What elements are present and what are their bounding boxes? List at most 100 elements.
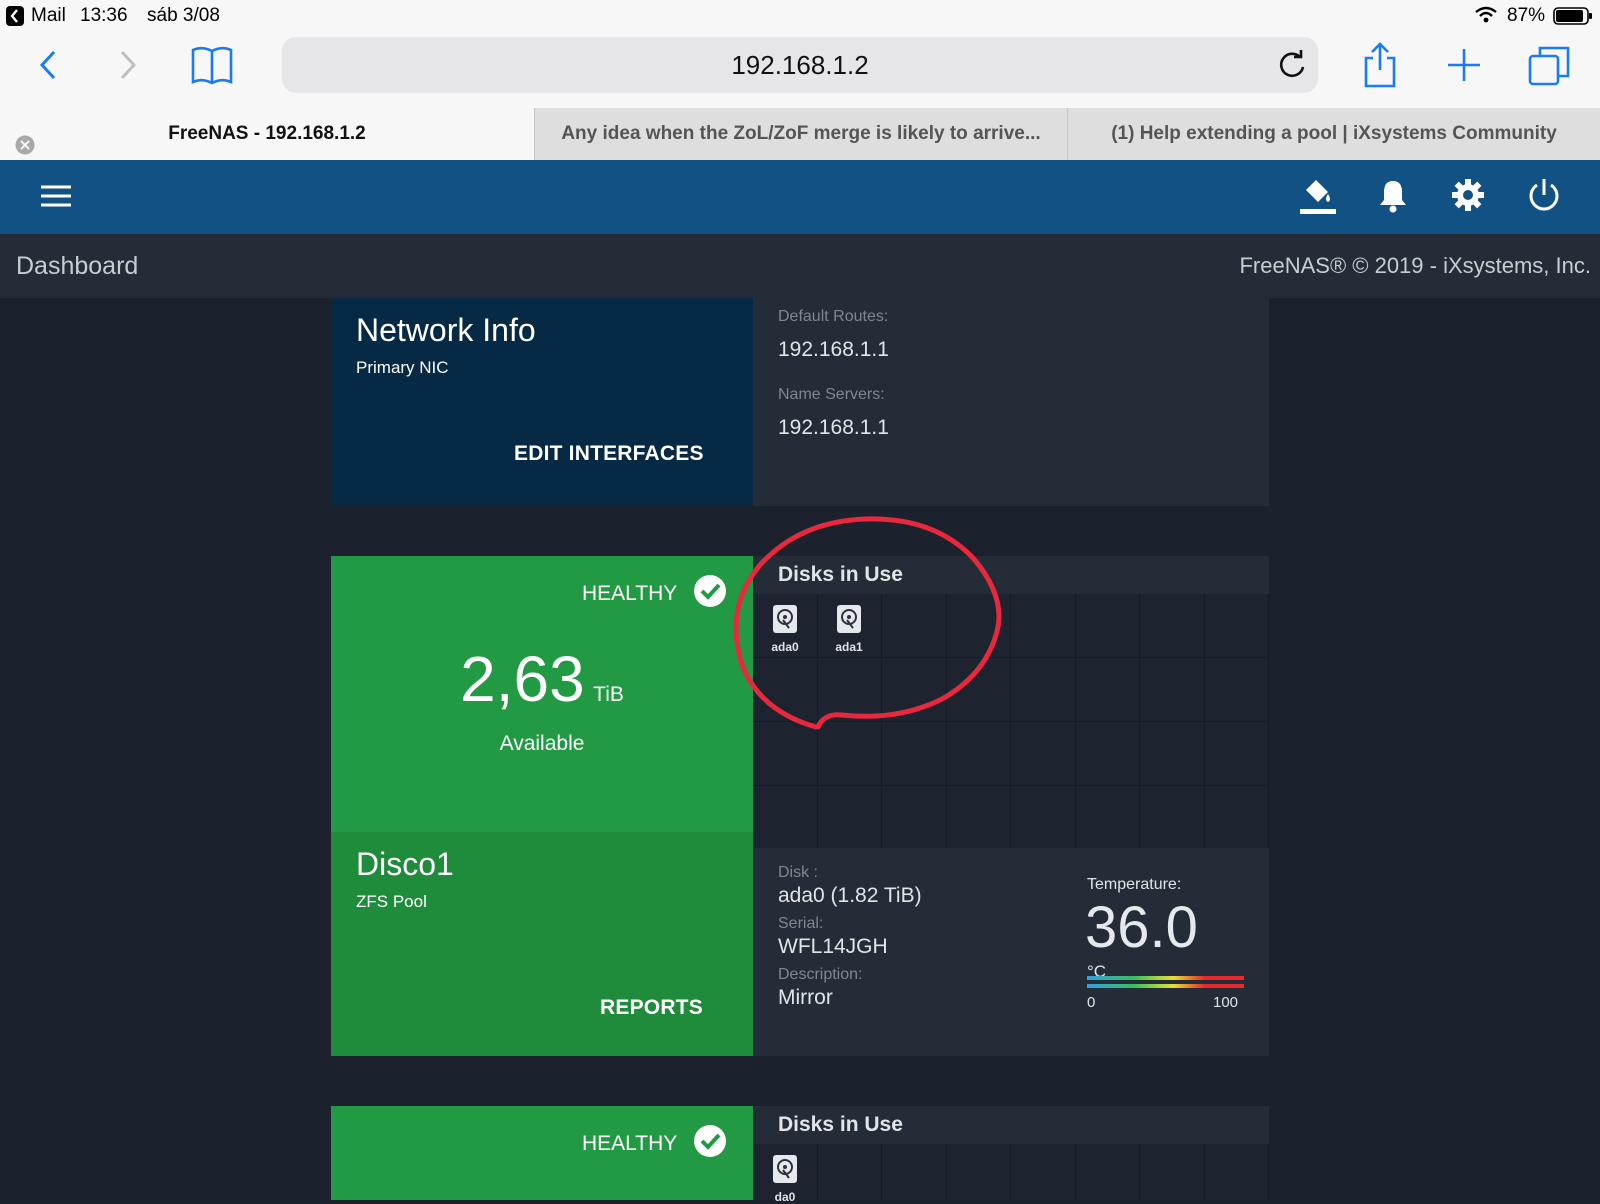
tab-label: Any idea when the ZoL/ZoF merge is likel… <box>561 123 1041 144</box>
tabs-overview-icon[interactable] <box>1528 40 1572 90</box>
pool-card-2: HEALTHY Disks in Use da0 <box>331 1106 1269 1204</box>
menu-icon[interactable] <box>40 184 72 213</box>
tab-label: FreeNAS - 192.168.1.2 <box>168 123 366 144</box>
disk-grid-cell <box>1011 658 1076 722</box>
name-servers-value: 192.168.1.1 <box>778 416 889 439</box>
disk-grid-cell <box>1011 722 1076 786</box>
disk-grid-cell <box>1140 786 1205 850</box>
name-servers-label: Name Servers: <box>778 386 885 403</box>
network-info-card: Network Info Primary NIC EDIT INTERFACES… <box>331 298 1269 506</box>
hard-disk-icon <box>773 1155 797 1183</box>
disk-grid-cell <box>882 786 947 850</box>
disk-grid-cell <box>1011 786 1076 850</box>
reload-icon[interactable] <box>1276 49 1308 86</box>
disk-grid-cell <box>1076 1144 1140 1200</box>
disk-grid-cell <box>817 786 882 850</box>
scale-max: 100 <box>1213 994 1239 1011</box>
edit-interfaces-button[interactable]: EDIT INTERFACES <box>514 442 704 466</box>
disk-grid-cell <box>1075 594 1140 658</box>
pool-status-text: HEALTHY <box>582 1132 678 1155</box>
disk-grid-cell <box>1075 658 1140 722</box>
theme-bucket-icon[interactable] <box>1298 176 1338 221</box>
tab-zol-merge[interactable]: Any idea when the ZoL/ZoF merge is likel… <box>534 108 1067 160</box>
back-to-app-icon[interactable] <box>6 6 24 32</box>
clock: 13:36 <box>80 5 128 26</box>
disk-grid-cell <box>1204 786 1269 850</box>
browser-toolbar: 192.168.1.2 <box>0 32 1600 108</box>
pool-status-text: HEALTHY <box>582 582 678 605</box>
disk-grid-cell <box>1075 722 1140 786</box>
reports-button[interactable]: REPORTS <box>600 996 703 1020</box>
description-label: Description: <box>778 966 863 983</box>
battery-icon <box>1553 7 1593 31</box>
disks-in-use-title: Disks in Use <box>778 1113 903 1136</box>
disk-grid-cell <box>1205 1144 1269 1200</box>
date: sáb 3/08 <box>147 5 220 26</box>
network-info-title: Network Info <box>356 312 536 348</box>
forward-icon[interactable] <box>116 40 140 90</box>
share-icon[interactable] <box>1362 40 1398 90</box>
disk-grid-cell <box>818 1144 882 1200</box>
tab-ixsystems-community[interactable]: (1) Help extending a pool | iXsystems Co… <box>1067 108 1600 160</box>
pool-name: Disco1 <box>356 846 454 882</box>
healthy-check-icon <box>693 574 727 613</box>
power-icon[interactable] <box>1526 177 1562 218</box>
battery-percent: 87% <box>1507 5 1546 26</box>
disk-da0[interactable]: da0 <box>763 1154 807 1204</box>
network-details-panel: Default Routes: 192.168.1.1 Name Servers… <box>753 298 1269 506</box>
address-bar[interactable]: 192.168.1.2 <box>282 37 1318 93</box>
disk-grid-cell <box>1140 1144 1205 1200</box>
disk-grid-cell <box>1075 786 1140 850</box>
network-info-panel: Network Info Primary NIC EDIT INTERFACES <box>331 298 753 506</box>
disk-details-panel: Disk : ada0 (1.82 TiB) Serial: WFL14JGH … <box>753 848 1269 1056</box>
scale-min: 0 <box>1087 994 1096 1011</box>
bookmarks-icon[interactable] <box>190 40 234 90</box>
pool-status-panel: HEALTHY <box>331 1106 753 1200</box>
disk-grid-cell <box>1140 658 1205 722</box>
ios-status-bar: Mail 13:36 sáb 3/08 87% <box>0 0 1600 32</box>
available-label: Available <box>499 732 585 755</box>
page-header: Dashboard FreeNAS® © 2019 - iXsystems, I… <box>0 234 1600 298</box>
gear-icon[interactable] <box>1450 177 1486 218</box>
disk-label: da0 <box>774 1190 796 1204</box>
disk-grid-cell <box>753 722 818 786</box>
default-routes-value: 192.168.1.1 <box>778 338 889 361</box>
disk-grid-cell <box>1204 658 1269 722</box>
disk-label-caption: Disk : <box>778 864 818 881</box>
serial-label: Serial: <box>778 915 824 932</box>
url-text[interactable]: 192.168.1.2 <box>282 37 1318 93</box>
page-title: Dashboard <box>16 252 139 280</box>
description-value: Mirror <box>778 986 833 1009</box>
disk-grid-cell <box>1140 594 1205 658</box>
temperature-label: Temperature: <box>1087 876 1182 893</box>
disk-grid-cell <box>1204 594 1269 658</box>
disk-grid-cell <box>882 722 947 786</box>
bell-icon[interactable] <box>1378 178 1408 219</box>
app-header <box>0 160 1600 234</box>
disk-grid-cell <box>1204 722 1269 786</box>
disk-grid-cell <box>817 722 882 786</box>
available-unit: TiB <box>593 683 624 706</box>
disk-grid-cell <box>1140 722 1205 786</box>
temperature-scale-bar <box>1087 976 1244 980</box>
back-icon[interactable] <box>36 40 60 90</box>
disk-grid-cell <box>1011 594 1076 658</box>
serial-value: WFL14JGH <box>778 935 888 958</box>
new-tab-icon[interactable] <box>1446 40 1482 90</box>
disk-grid-cell <box>947 1144 1011 1200</box>
browser-tab-strip: FreeNAS - 192.168.1.2 Any idea when the … <box>0 108 1600 160</box>
available-value: 2,63 <box>460 643 585 715</box>
temperature-scale-bar <box>1087 984 1244 988</box>
disk-grid-cell <box>946 722 1011 786</box>
disk-grid <box>753 1144 1269 1200</box>
tab-label: (1) Help extending a pool | iXsystems Co… <box>1111 123 1557 144</box>
available-space: 2,63 TiB <box>331 642 753 716</box>
disks-in-use-panel: Disks in Use da0 <box>753 1106 1269 1204</box>
annotation-stroke <box>733 516 1002 730</box>
copyright-text: FreeNAS® © 2019 - iXsystems, Inc. <box>1239 253 1591 278</box>
tab-freenas[interactable]: FreeNAS - 192.168.1.2 <box>0 108 534 160</box>
temperature-value: 36.0 <box>1085 895 1198 960</box>
disk-grid-cell <box>946 786 1011 850</box>
back-app-label[interactable]: Mail <box>31 5 66 27</box>
pool-status-panel: HEALTHY 2,63 TiB Available <box>331 556 753 832</box>
